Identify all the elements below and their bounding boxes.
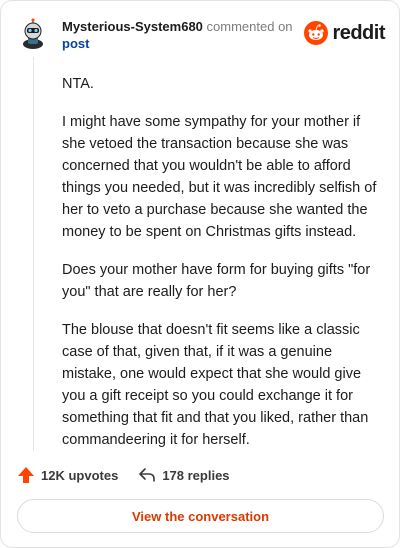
view-conversation-button[interactable]: View the conversation	[17, 499, 384, 533]
brand-wordmark: reddit	[332, 21, 385, 44]
upvote-button[interactable]: 12K upvotes	[17, 466, 118, 484]
reply-button[interactable]: 178 replies	[138, 466, 230, 484]
post-link[interactable]: post	[62, 35, 312, 52]
comment-paragraph: NTA.	[62, 76, 94, 92]
reply-count: 178 replies	[162, 467, 230, 483]
commented-on-text: commented on	[206, 19, 293, 34]
comment-paragraph: The blouse that doesn't fit seems like a…	[62, 322, 369, 448]
embed-card: Mysterious-System680 commented on post r…	[0, 0, 400, 548]
comment-body: NTA. I might have some sympathy for your…	[62, 73, 382, 467]
comment-paragraph: Does your mother have form for buying gi…	[62, 262, 371, 300]
reddit-brand[interactable]: reddit	[304, 21, 385, 45]
author-line: Mysterious-System680 commented on post	[62, 18, 312, 52]
thread-line	[33, 57, 34, 451]
upvote-count: 12K upvotes	[41, 467, 119, 483]
upvote-arrow-icon	[18, 467, 34, 483]
comment-actions: 12K upvotes 178 replies	[17, 463, 250, 487]
avatar[interactable]	[17, 17, 49, 49]
reply-icon	[139, 468, 156, 482]
reddit-logo-icon	[304, 21, 329, 45]
author-name[interactable]: Mysterious-System680	[62, 19, 203, 34]
comment-header: Mysterious-System680 commented on post r…	[17, 15, 385, 55]
comment-paragraph: I might have some sympathy for your moth…	[62, 114, 377, 240]
